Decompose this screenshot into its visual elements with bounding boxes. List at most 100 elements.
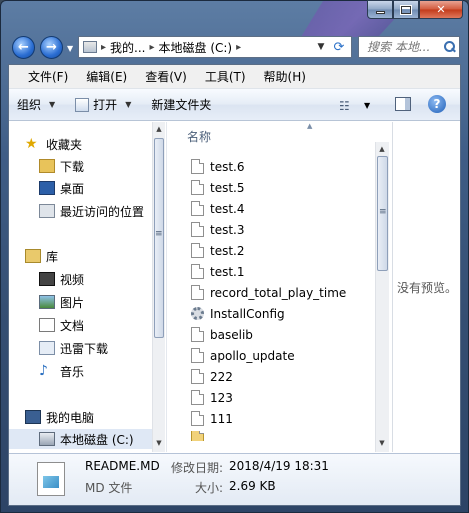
minimize-icon bbox=[375, 11, 385, 14]
file-item[interactable]: baselib bbox=[191, 324, 253, 345]
file-item[interactable]: 222 bbox=[191, 366, 233, 387]
file-item[interactable]: apollo_update bbox=[191, 345, 295, 366]
view-options-dropdown-icon[interactable]: ▼ bbox=[364, 101, 370, 110]
scroll-down-icon[interactable]: ▼ bbox=[153, 437, 165, 450]
preview-pane: 没有预览。 bbox=[392, 122, 460, 452]
open-button[interactable]: 打开 ▼ bbox=[75, 96, 131, 113]
file-item[interactable]: record_total_play_time bbox=[191, 282, 346, 303]
column-header-name[interactable]: 名称 bbox=[187, 128, 211, 145]
file-item-partial[interactable] bbox=[191, 431, 210, 441]
file-name: test.5 bbox=[210, 180, 245, 195]
help-icon[interactable]: ? bbox=[428, 95, 446, 113]
nav-my-computer[interactable]: 我的电脑 bbox=[25, 407, 94, 427]
file-item[interactable]: test.2 bbox=[191, 240, 245, 261]
nav-desktop[interactable]: 桌面 bbox=[39, 178, 84, 198]
recent-pages-dropdown[interactable]: ▼ bbox=[67, 44, 73, 53]
document-icon bbox=[191, 327, 204, 342]
breadcrumb-my-computer[interactable]: 我的... bbox=[110, 39, 145, 56]
explorer-client-area: 文件(F) 编辑(E) 查看(V) 工具(T) 帮助(H) 组织 ▼ 打开 ▼ … bbox=[8, 64, 461, 506]
search-box[interactable] bbox=[358, 36, 460, 58]
breadcrumb-separator-icon[interactable]: ▸ bbox=[101, 42, 106, 53]
preview-pane-toggle-icon[interactable] bbox=[395, 97, 411, 111]
file-list-scroll-thumb[interactable] bbox=[377, 156, 388, 271]
menu-bar: 文件(F) 编辑(E) 查看(V) 工具(T) 帮助(H) bbox=[9, 65, 460, 89]
file-item[interactable]: 111 bbox=[191, 408, 233, 429]
details-pane: README.MD MD 文件 修改日期: 2018/4/19 18:31 大小… bbox=[9, 453, 460, 505]
nav-documents[interactable]: 文档 bbox=[39, 315, 84, 335]
file-list-scrollbar[interactable]: ▲ ▼ bbox=[375, 142, 389, 452]
menu-view[interactable]: 查看(V) bbox=[136, 68, 196, 85]
new-folder-button[interactable]: 新建文件夹 bbox=[151, 96, 211, 113]
breadcrumb-local-disk[interactable]: 本地磁盘 (C:) bbox=[159, 39, 233, 56]
nav-recent-places[interactable]: 最近访问的位置 bbox=[39, 201, 144, 221]
scroll-down-icon[interactable]: ▼ bbox=[376, 437, 388, 450]
xunlei-download-icon bbox=[39, 341, 55, 355]
nav-pane-scrollbar[interactable]: ▲ ▼ bbox=[152, 122, 165, 452]
arrow-right-icon: → bbox=[46, 40, 57, 55]
details-size-label: 大小: bbox=[195, 481, 224, 495]
scroll-up-icon[interactable]: ▲ bbox=[376, 143, 388, 156]
organize-button[interactable]: 组织 ▼ bbox=[17, 96, 55, 113]
document-icon bbox=[191, 348, 204, 363]
menu-tools[interactable]: 工具(T) bbox=[196, 68, 255, 85]
maximize-button[interactable] bbox=[393, 0, 419, 19]
close-icon: ✕ bbox=[436, 3, 446, 16]
close-button[interactable]: ✕ bbox=[419, 0, 463, 19]
navigation-pane: ★ 收藏夹 下载 桌面 最近访问的位置 库 视频 图片 文档 迅雷下载 ♪ 音乐… bbox=[9, 122, 166, 452]
nav-music-label: 音乐 bbox=[60, 364, 85, 379]
address-dropdown-icon[interactable]: ▼ bbox=[313, 42, 329, 52]
computer-icon bbox=[83, 41, 97, 53]
nav-computer-label: 我的电脑 bbox=[46, 410, 95, 425]
minimize-button[interactable] bbox=[367, 0, 393, 19]
no-preview-text: 没有预览。 bbox=[397, 281, 458, 295]
downloads-folder-icon bbox=[39, 159, 55, 173]
document-icon bbox=[191, 369, 204, 384]
nav-favorites-label: 收藏夹 bbox=[46, 137, 83, 152]
menu-file[interactable]: 文件(F) bbox=[19, 68, 77, 85]
file-item[interactable]: test.4 bbox=[191, 198, 245, 219]
search-input[interactable] bbox=[367, 40, 441, 54]
nav-xunlei-label: 迅雷下载 bbox=[60, 341, 109, 356]
command-bar: 组织 ▼ 打开 ▼ 新建文件夹 ☷ ▼ ? bbox=[9, 89, 460, 121]
nav-downloads[interactable]: 下载 bbox=[39, 156, 84, 176]
file-item[interactable]: InstallConfig bbox=[191, 303, 285, 324]
refresh-button[interactable]: ⟳ bbox=[328, 38, 350, 56]
breadcrumb-separator-icon[interactable]: ▸ bbox=[149, 42, 154, 53]
file-item[interactable]: test.1 bbox=[191, 261, 245, 282]
view-options-icon[interactable]: ☷ bbox=[339, 99, 350, 113]
breadcrumb-separator-icon[interactable]: ▸ bbox=[236, 42, 241, 53]
md-file-icon bbox=[37, 462, 65, 496]
arrow-left-icon: ← bbox=[18, 40, 29, 55]
nav-library-label: 库 bbox=[46, 249, 59, 264]
address-bar[interactable]: ▸ 我的... ▸ 本地磁盘 (C:) ▸ ▼ bbox=[78, 36, 352, 58]
search-icon[interactable] bbox=[443, 40, 457, 54]
nav-music[interactable]: ♪ 音乐 bbox=[39, 361, 84, 381]
nav-pane-scroll-thumb[interactable] bbox=[154, 138, 164, 338]
details-size-value: 2.69 KB bbox=[229, 479, 276, 493]
nav-documents-label: 文档 bbox=[60, 318, 85, 333]
nav-recent-label: 最近访问的位置 bbox=[60, 204, 145, 219]
menu-edit[interactable]: 编辑(E) bbox=[77, 68, 136, 85]
nav-videos-label: 视频 bbox=[60, 272, 85, 287]
file-item[interactable]: test.3 bbox=[191, 219, 245, 240]
file-name: test.1 bbox=[210, 264, 245, 279]
nav-favorites[interactable]: ★ 收藏夹 bbox=[25, 134, 82, 154]
file-item[interactable]: 123 bbox=[191, 387, 233, 408]
menu-help[interactable]: 帮助(H) bbox=[255, 68, 315, 85]
file-name: test.4 bbox=[210, 201, 245, 216]
nav-xunlei-downloads[interactable]: 迅雷下载 bbox=[39, 338, 108, 358]
open-label: 打开 bbox=[93, 98, 118, 112]
drive-icon bbox=[39, 432, 55, 446]
scroll-up-icon[interactable]: ▲ bbox=[153, 123, 165, 136]
file-item[interactable]: test.5 bbox=[191, 177, 245, 198]
nav-local-disk[interactable]: 本地磁盘 (C:) bbox=[9, 429, 152, 449]
forward-button[interactable]: → bbox=[40, 36, 63, 59]
back-button[interactable]: ← bbox=[12, 36, 35, 59]
computer-icon bbox=[25, 410, 41, 424]
file-item[interactable]: test.6 bbox=[191, 156, 245, 177]
nav-videos[interactable]: 视频 bbox=[39, 269, 84, 289]
nav-downloads-label: 下载 bbox=[60, 159, 85, 174]
refresh-icon: ⟳ bbox=[333, 39, 345, 55]
nav-library[interactable]: 库 bbox=[25, 246, 58, 266]
nav-pictures[interactable]: 图片 bbox=[39, 292, 84, 312]
